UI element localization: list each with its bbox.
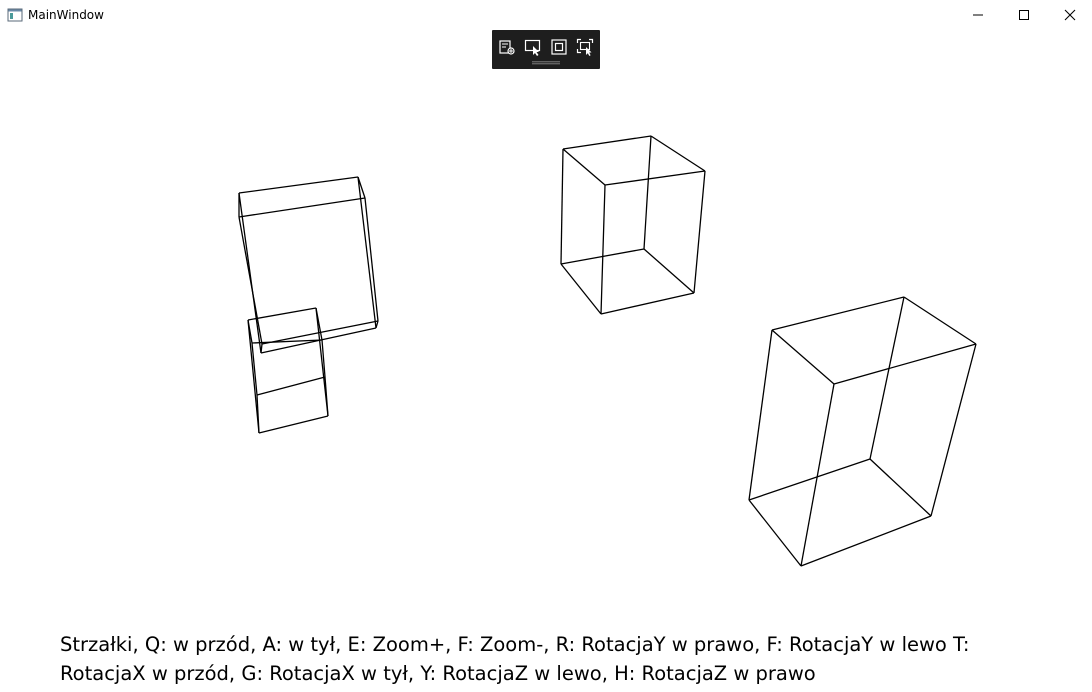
maximize-icon [1019,10,1029,20]
maximize-button[interactable] [1001,0,1047,30]
viewport-3d[interactable] [0,30,1092,630]
instructions-line-1: Strzałki, Q: w przód, A: w tył, E: Zoom+… [60,633,970,656]
wireframe-cube-3 [560,135,706,315]
close-button[interactable] [1047,0,1092,30]
wireframe-cube-4 [748,296,977,567]
wireframe-cube-2 [247,307,329,434]
close-icon [1064,9,1076,21]
minimize-icon [973,14,983,16]
title-bar: MainWindow [0,0,1092,30]
window-title: MainWindow [28,8,104,22]
minimize-button[interactable] [955,0,1001,30]
instructions-line-2: RotacjaX w przód, G: RotacjaX w tył, Y: … [60,662,816,685]
wireframe-cube-1 [238,176,379,354]
window-app-icon[interactable] [7,7,23,23]
instructions-text: Strzałki, Q: w przód, A: w tył, E: Zoom+… [60,630,1060,688]
wireframe-scene [238,135,977,567]
